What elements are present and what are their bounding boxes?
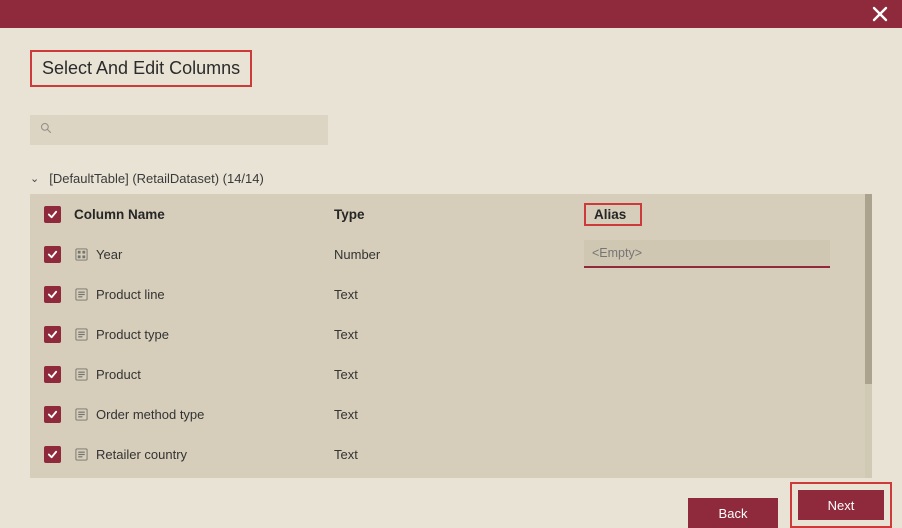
header-alias: Alias: [584, 203, 852, 226]
search-icon: [40, 121, 52, 139]
next-button-highlight: Next: [790, 482, 892, 528]
header-column-name: Column Name: [74, 207, 334, 222]
alias-input[interactable]: [584, 448, 592, 462]
scrollbar-track[interactable]: [865, 194, 872, 478]
text-column-icon: [74, 447, 88, 461]
column-type-label: Text: [334, 327, 584, 342]
text-column-icon: [74, 367, 88, 381]
text-column-icon: [74, 327, 88, 341]
table-row: Product Text: [30, 354, 872, 394]
column-name-label: Product line: [96, 287, 165, 302]
header-type: Type: [334, 207, 584, 222]
column-name-label: Year: [96, 247, 122, 262]
row-checkbox[interactable]: [44, 366, 61, 383]
alias-input[interactable]: [584, 408, 592, 422]
row-checkbox[interactable]: [44, 446, 61, 463]
column-name-label: Retailer country: [96, 447, 187, 462]
column-name-label: Order method type: [96, 407, 204, 422]
alias-input[interactable]: [584, 288, 592, 302]
table-row: Order method type Text: [30, 394, 872, 434]
alias-input[interactable]: [584, 240, 830, 268]
close-icon[interactable]: [866, 4, 894, 24]
page-title: Select And Edit Columns: [30, 50, 252, 87]
back-button[interactable]: Back: [688, 498, 778, 528]
alias-input[interactable]: [584, 368, 592, 382]
row-checkbox[interactable]: [44, 286, 61, 303]
select-all-checkbox[interactable]: [44, 206, 61, 223]
search-input[interactable]: [60, 123, 318, 138]
column-type-label: Text: [334, 367, 584, 382]
row-checkbox[interactable]: [44, 326, 61, 343]
table-row: Product line Text: [30, 274, 872, 314]
column-type-label: Text: [334, 287, 584, 302]
next-button[interactable]: Next: [798, 490, 884, 520]
row-checkbox[interactable]: [44, 406, 61, 423]
table-row: Product type Text: [30, 314, 872, 354]
column-name-label: Product: [96, 367, 141, 382]
dataset-tree-label: [DefaultTable] (RetailDataset) (14/14): [49, 171, 264, 186]
column-type-label: Text: [334, 407, 584, 422]
scrollbar-thumb[interactable]: [865, 194, 872, 384]
column-type-label: Number: [334, 247, 584, 262]
number-column-icon: [74, 247, 88, 261]
table-row: Retailer country Text: [30, 434, 872, 474]
title-bar: [0, 0, 902, 28]
header-alias-label: Alias: [584, 203, 642, 226]
alias-input[interactable]: [584, 328, 592, 342]
dataset-tree-node[interactable]: ⌄ [DefaultTable] (RetailDataset) (14/14): [30, 171, 872, 186]
row-checkbox[interactable]: [44, 246, 61, 263]
text-column-icon: [74, 407, 88, 421]
text-column-icon: [74, 287, 88, 301]
table-header-row: Column Name Type Alias: [30, 194, 872, 234]
table-row: Year Number: [30, 234, 872, 274]
column-type-label: Text: [334, 447, 584, 462]
search-input-container[interactable]: [30, 115, 328, 145]
chevron-down-icon[interactable]: ⌄: [30, 172, 39, 185]
columns-table: Column Name Type Alias Year Number Product…: [30, 194, 872, 478]
column-name-label: Product type: [96, 327, 169, 342]
wizard-footer: Back Next: [0, 484, 902, 528]
